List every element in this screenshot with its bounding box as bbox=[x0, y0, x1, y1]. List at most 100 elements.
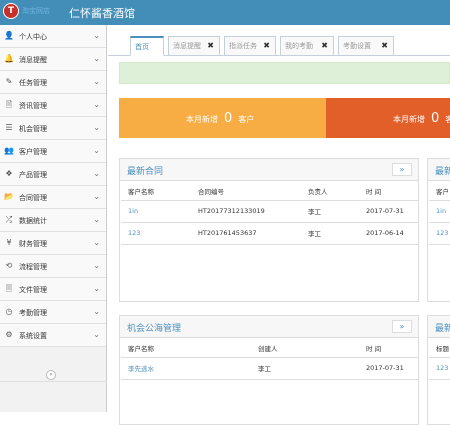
sidebar-item-11[interactable]: 🗏 文件管理 ⌄ bbox=[0, 278, 106, 301]
sidebar-item-1[interactable]: 🔔 消息提醒 ⌄ bbox=[0, 48, 106, 71]
app-title: 仁怀酱香酒馆 bbox=[69, 7, 135, 20]
chevron-down-icon: ⌄ bbox=[93, 146, 100, 155]
column-header: 标题 bbox=[429, 339, 450, 358]
list-icon: ☰ bbox=[5, 123, 13, 132]
chevron-down-icon: ⌄ bbox=[93, 330, 100, 339]
sidebar-item-12[interactable]: ◷ 考勤管理 ⌄ bbox=[0, 301, 106, 324]
alert-banner bbox=[119, 62, 450, 84]
file-text-icon: 🗏 bbox=[5, 284, 13, 293]
sidebar-collapse-bar: « bbox=[0, 368, 107, 382]
table-row[interactable]: 李先逃水 李工 2017-07-31 bbox=[121, 357, 418, 380]
tab-3[interactable]: 我的考勤 ✖ bbox=[280, 36, 334, 56]
cell-customer[interactable]: 1in bbox=[121, 200, 191, 223]
sidebar-item-label: 客户管理 bbox=[19, 148, 47, 156]
tab-label: 消息提醒 bbox=[173, 42, 201, 50]
chevron-down-icon: ⌄ bbox=[93, 54, 100, 63]
sidebar-item-label: 消息提醒 bbox=[19, 56, 47, 64]
panel-opportunity-pool: 机会公海管理 » 客户名称 创建人 时 间 李先逃水 李工 2017-07-31 bbox=[119, 315, 419, 425]
tab-4[interactable]: 考勤设置 ✖ bbox=[338, 36, 394, 56]
tab-bar: 首页 消息提醒 ✖ 指派任务 ✖ 我的考勤 ✖ 考勤设置 ✖ bbox=[108, 25, 450, 56]
chevron-down-icon: ⌄ bbox=[93, 169, 100, 178]
sidebar-item-4[interactable]: ☰ 机会管理 ⌄ bbox=[0, 117, 106, 140]
stat-new-customers-2: 本月新增 0 客户 bbox=[326, 98, 450, 138]
sidebar-item-2[interactable]: ✎ 任务管理 ⌄ bbox=[0, 71, 106, 94]
sidebar-item-label: 流程管理 bbox=[19, 263, 47, 271]
sidebar-item-label: 资讯管理 bbox=[19, 102, 47, 110]
cell-customer[interactable]: 123 bbox=[121, 222, 191, 245]
sidebar: 👤 个人中心 ⌄ 🔔 消息提醒 ⌄ ✎ 任务管理 ⌄ 🗎 资讯管理 ⌄ ☰ 机会管理 ⌄ 👥 客户管理 ⌄ ❖ 产品管… bbox=[0, 25, 107, 412]
table-row[interactable]: 1in HT20177312133019 李工 2017-07-31 bbox=[121, 200, 418, 223]
sidebar-item-label: 机会管理 bbox=[19, 125, 47, 133]
chevron-down-icon: ⌄ bbox=[93, 238, 100, 247]
cell-title[interactable]: 123 bbox=[429, 357, 450, 380]
sidebar-item-13[interactable]: ⚙ 系统设置 ⌄ bbox=[0, 324, 106, 347]
tab-label: 首页 bbox=[135, 43, 149, 51]
sidebar-item-8[interactable]: ⤮ 数据统计 ⌄ bbox=[0, 209, 106, 232]
sidebar-item-3[interactable]: 🗎 资讯管理 ⌄ bbox=[0, 94, 106, 117]
chevron-down-icon: ⌄ bbox=[93, 31, 100, 40]
more-button[interactable]: » bbox=[392, 320, 412, 333]
panel-title: 最新 bbox=[435, 167, 450, 177]
column-header: 客户 bbox=[429, 182, 450, 201]
table-row[interactable]: 123 bbox=[429, 222, 450, 245]
random-icon: ⤮ bbox=[5, 215, 13, 224]
more-button[interactable]: » bbox=[392, 163, 412, 176]
gear-icon: ⚙ bbox=[5, 330, 13, 339]
cell-customer[interactable]: 123 bbox=[429, 222, 450, 245]
stat-new-customers: 本月新增 0 客户 bbox=[119, 98, 327, 138]
tab-1[interactable]: 消息提醒 ✖ bbox=[168, 36, 220, 56]
tab-label: 考勤设置 bbox=[343, 42, 371, 50]
stat-suffix: 客户 bbox=[445, 115, 450, 124]
sidebar-item-label: 个人中心 bbox=[19, 33, 47, 41]
user-icon: 👤 bbox=[4, 31, 14, 40]
sidebar-item-7[interactable]: 📂 合同管理 ⌄ bbox=[0, 186, 106, 209]
close-icon[interactable]: ✖ bbox=[321, 37, 328, 55]
sidebar-item-9[interactable]: ¥ 财务管理 ⌄ bbox=[0, 232, 106, 255]
folder-icon: 📂 bbox=[4, 192, 14, 201]
cell-date: 2017-07-31 bbox=[359, 357, 418, 380]
tab-label: 我的考勤 bbox=[285, 42, 313, 50]
close-icon[interactable]: ✖ bbox=[381, 37, 388, 55]
panel-title: 最新合同 bbox=[127, 167, 164, 177]
users-icon: 👥 bbox=[4, 146, 14, 155]
panel-title: 机会公海管理 bbox=[127, 324, 182, 334]
panel-title: 最新 bbox=[435, 324, 450, 334]
chevron-down-icon: ⌄ bbox=[93, 100, 100, 109]
cell-owner: 李工 bbox=[301, 200, 359, 223]
tab-0[interactable]: 首页 bbox=[130, 36, 164, 56]
panel-header: 最新 bbox=[428, 159, 450, 181]
close-icon[interactable]: ✖ bbox=[263, 37, 270, 55]
cell-date: 2017-06-14 bbox=[359, 222, 418, 245]
sidebar-item-5[interactable]: 👥 客户管理 ⌄ bbox=[0, 140, 106, 163]
sidebar-item-10[interactable]: ⟲ 流程管理 ⌄ bbox=[0, 255, 106, 278]
stat-value: 0 bbox=[224, 111, 233, 126]
sidebar-item-label: 考勤管理 bbox=[19, 309, 47, 317]
table-row[interactable]: 123 HT201761453637 李工 2017-06-14 bbox=[121, 222, 418, 245]
chevron-down-icon: ⌄ bbox=[93, 307, 100, 316]
sidebar-item-label: 财务管理 bbox=[19, 240, 47, 248]
bell-icon: 🔔 bbox=[4, 54, 14, 63]
close-icon[interactable]: ✖ bbox=[207, 37, 214, 55]
panel-header: 机会公海管理 » bbox=[120, 316, 418, 338]
edit-icon: ✎ bbox=[5, 77, 13, 86]
sidebar-item-6[interactable]: ❖ 产品管理 ⌄ bbox=[0, 163, 106, 186]
cell-customer[interactable]: 李先逃水 bbox=[121, 357, 251, 380]
table-row[interactable]: 123 bbox=[429, 357, 450, 380]
right-table: 标题 123 bbox=[429, 339, 450, 380]
dropbox-icon: ❖ bbox=[5, 169, 13, 178]
column-header: 创建人 bbox=[251, 339, 359, 358]
cell-date: 2017-07-31 bbox=[359, 200, 418, 223]
logo[interactable]: T bbox=[3, 3, 19, 19]
tab-2[interactable]: 指派任务 ✖ bbox=[224, 36, 276, 56]
chevron-down-icon: ⌄ bbox=[93, 284, 100, 293]
panel-header: 最新 bbox=[428, 316, 450, 338]
stat-suffix: 客户 bbox=[238, 115, 255, 124]
clock-icon: ◷ bbox=[5, 307, 13, 316]
sidebar-item-0[interactable]: 👤 个人中心 ⌄ bbox=[0, 25, 106, 48]
table-row[interactable]: 1in bbox=[429, 200, 450, 223]
top-header: T 淘宝网店 仁怀酱香酒馆 bbox=[0, 0, 450, 25]
sidebar-item-label: 合同管理 bbox=[19, 194, 47, 202]
collapse-icon[interactable]: « bbox=[46, 370, 56, 380]
cell-customer[interactable]: 1in bbox=[429, 200, 450, 223]
column-header: 客户名称 bbox=[121, 339, 251, 358]
